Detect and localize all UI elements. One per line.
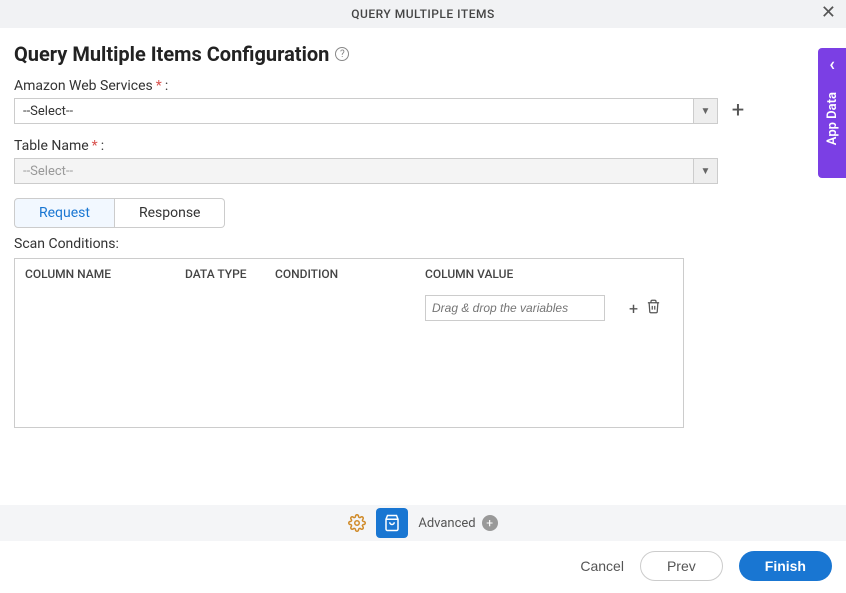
- content-area: Query Multiple Items Configuration ? Ama…: [0, 28, 846, 428]
- delete-row-icon[interactable]: [646, 299, 661, 318]
- grid-header-column-name: COLUMN NAME: [25, 267, 185, 281]
- modal-title: QUERY MULTIPLE ITEMS: [351, 7, 495, 21]
- cancel-button[interactable]: Cancel: [580, 558, 624, 574]
- grid-cell-column-value: [425, 295, 605, 321]
- required-asterisk: *: [156, 78, 162, 94]
- table-select[interactable]: --Select-- ▼: [14, 158, 718, 184]
- aws-label-text: Amazon Web Services: [14, 78, 153, 94]
- grid-header: COLUMN NAME DATA TYPE CONDITION COLUMN V…: [15, 259, 683, 289]
- aws-select-value: --Select--: [15, 104, 693, 119]
- prev-button[interactable]: Prev: [640, 551, 723, 581]
- grid-header-data-type: DATA TYPE: [185, 267, 275, 281]
- page-title: Query Multiple Items Configuration: [14, 42, 329, 66]
- table-label-text: Table Name: [14, 138, 89, 154]
- table-field-row: --Select-- ▼: [14, 158, 832, 184]
- advanced-toggle[interactable]: Advanced +: [418, 515, 497, 531]
- grid-header-condition: CONDITION: [275, 267, 425, 281]
- footer-buttons: Cancel Prev Finish: [580, 551, 832, 581]
- required-asterisk: *: [92, 138, 98, 154]
- close-icon[interactable]: ✕: [821, 4, 836, 22]
- grid-row-actions: +: [605, 299, 673, 318]
- grid-header-column-value: COLUMN VALUE: [425, 267, 673, 281]
- scan-conditions-label: Scan Conditions:: [14, 236, 832, 252]
- footer-toolbar: Advanced +: [0, 505, 846, 541]
- aws-select[interactable]: --Select-- ▼: [14, 98, 718, 124]
- column-value-input[interactable]: [425, 295, 605, 321]
- shopping-bag-icon[interactable]: [376, 508, 408, 538]
- chevron-down-icon: ▼: [693, 99, 717, 123]
- scan-conditions-grid: COLUMN NAME DATA TYPE CONDITION COLUMN V…: [14, 258, 684, 428]
- tab-response[interactable]: Response: [115, 198, 226, 228]
- table-label: Table Name *:: [14, 138, 832, 154]
- help-icon[interactable]: ?: [335, 47, 349, 61]
- grid-row: +: [15, 289, 683, 327]
- chevron-left-icon: ‹: [829, 56, 835, 74]
- table-select-value: --Select--: [15, 164, 693, 179]
- app-data-panel-toggle[interactable]: ‹ App Data: [818, 48, 846, 178]
- add-row-icon[interactable]: +: [629, 299, 638, 318]
- aws-label: Amazon Web Services *:: [14, 78, 832, 94]
- tab-request[interactable]: Request: [14, 198, 115, 228]
- advanced-label-text: Advanced: [418, 516, 475, 531]
- add-aws-icon[interactable]: +: [728, 100, 748, 122]
- app-data-label: App Data: [825, 92, 840, 145]
- finish-button[interactable]: Finish: [739, 551, 832, 581]
- plus-circle-icon: +: [482, 515, 498, 531]
- page-title-row: Query Multiple Items Configuration ?: [14, 42, 832, 66]
- aws-field-row: --Select-- ▼ +: [14, 98, 832, 124]
- modal-header: QUERY MULTIPLE ITEMS ✕: [0, 0, 846, 28]
- chevron-down-icon: ▼: [693, 159, 717, 183]
- gear-icon[interactable]: [348, 513, 366, 533]
- tab-bar: Request Response: [14, 198, 832, 228]
